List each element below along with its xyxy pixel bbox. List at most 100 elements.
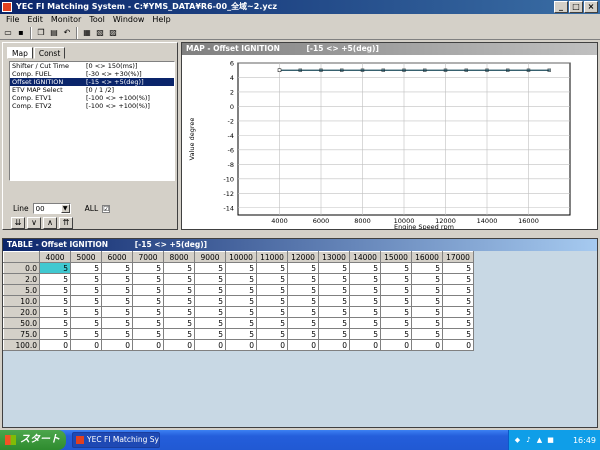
grid-cell[interactable]: 5 xyxy=(225,273,257,285)
grid-cell[interactable]: 5 xyxy=(256,328,288,340)
grid-cell[interactable]: 5 xyxy=(70,328,102,340)
network-icon[interactable]: ◆ xyxy=(513,436,522,445)
data-point[interactable] xyxy=(547,68,551,72)
column-header[interactable]: 11000 xyxy=(256,251,288,263)
chevron-down-icon[interactable]: ▼ xyxy=(60,204,70,213)
grid-cell[interactable]: 5 xyxy=(163,317,195,329)
window-titlebar[interactable]: YEC FI Matching System - C:¥YMS_DATA¥R6-… xyxy=(0,0,600,14)
grid-cell[interactable]: 5 xyxy=(101,328,133,340)
grid-cell[interactable]: 5 xyxy=(256,284,288,296)
grid-cell[interactable]: 5 xyxy=(132,284,164,296)
row-header[interactable]: 2.0 xyxy=(3,273,40,285)
grid-cell[interactable]: 5 xyxy=(101,295,133,307)
grid-cell[interactable]: 5 xyxy=(225,328,257,340)
menu-monitor[interactable]: Monitor xyxy=(47,14,85,26)
list-item-selected[interactable]: Offset IGNITION [-15 <> +5(deg)] xyxy=(10,78,174,86)
grid-cell[interactable]: 5 xyxy=(380,328,412,340)
grid-cell[interactable]: 5 xyxy=(442,295,474,307)
grid-cell[interactable]: 5 xyxy=(70,284,102,296)
column-header[interactable]: 5000 xyxy=(70,251,102,263)
grid-cell[interactable]: 5 xyxy=(225,306,257,318)
map-icon[interactable]: ▧ xyxy=(94,27,106,39)
grid-cell[interactable]: 5 xyxy=(256,262,288,274)
grid-cell[interactable]: 0 xyxy=(101,339,133,351)
grid-cell[interactable]: 5 xyxy=(101,306,133,318)
grid-cell[interactable]: 5 xyxy=(70,306,102,318)
list-item[interactable]: Comp. FUEL [-30 <> +30(%)] xyxy=(10,70,174,78)
grid-cell[interactable]: 5 xyxy=(225,284,257,296)
data-point[interactable] xyxy=(340,68,344,72)
grid-cell[interactable]: 0 xyxy=(318,339,350,351)
grid-cell[interactable]: 5 xyxy=(411,306,443,318)
grid-cell[interactable]: 5 xyxy=(349,328,381,340)
data-point[interactable] xyxy=(319,68,323,72)
column-header[interactable]: 16000 xyxy=(411,251,443,263)
shield-icon[interactable]: ▲ xyxy=(535,436,544,445)
row-header[interactable]: 10.0 xyxy=(3,295,40,307)
row-header[interactable]: 75.0 xyxy=(3,328,40,340)
row-header[interactable]: 20.0 xyxy=(3,306,40,318)
menu-edit[interactable]: Edit xyxy=(23,14,47,26)
data-point[interactable] xyxy=(277,68,282,72)
grid-cell[interactable]: 5 xyxy=(411,262,443,274)
grid-cell[interactable]: 5 xyxy=(411,295,443,307)
grid-cell[interactable]: 5 xyxy=(194,306,226,318)
grid-cell[interactable]: 5 xyxy=(132,273,164,285)
grid-cell[interactable]: 5 xyxy=(194,295,226,307)
grid-cell[interactable]: 5 xyxy=(318,273,350,285)
grid-cell[interactable]: 5 xyxy=(256,295,288,307)
grid-cell[interactable]: 5 xyxy=(225,262,257,274)
menu-tool[interactable]: Tool xyxy=(85,14,109,26)
grid-cell[interactable]: 5 xyxy=(194,262,226,274)
grid-cell[interactable]: 0 xyxy=(380,339,412,351)
grid-cell[interactable]: 5 xyxy=(70,273,102,285)
grid-cell[interactable]: 0 xyxy=(411,339,443,351)
grid-cell[interactable]: 0 xyxy=(70,339,102,351)
up-icon[interactable]: ∧ xyxy=(43,217,57,229)
grid-cell[interactable]: 5 xyxy=(442,317,474,329)
row-header[interactable]: 0.0 xyxy=(3,262,40,274)
grid-cell[interactable]: 0 xyxy=(225,339,257,351)
grid-cell[interactable]: 5 xyxy=(287,262,319,274)
grid-cell[interactable]: 5 xyxy=(287,306,319,318)
taskbar-item-app[interactable]: YEC FI Matching Sys... xyxy=(72,432,160,448)
map-listbox[interactable]: Shifter / Cut Time [0 <> 150(ms)] Comp. F… xyxy=(9,61,175,181)
grid-cell[interactable]: 0 xyxy=(132,339,164,351)
grid-cell[interactable]: 5 xyxy=(349,295,381,307)
grid-cell[interactable]: 5 xyxy=(132,262,164,274)
column-header[interactable]: 15000 xyxy=(380,251,412,263)
grid-cell[interactable]: 5 xyxy=(287,284,319,296)
list-item[interactable]: ETV MAP Select [0 / 1 /2] xyxy=(10,86,174,94)
data-point[interactable] xyxy=(464,68,468,72)
grid-cell[interactable]: 5 xyxy=(256,273,288,285)
grid-cell[interactable]: 5 xyxy=(163,284,195,296)
grid-cell[interactable]: 5 xyxy=(39,328,71,340)
grid-cell[interactable]: 5 xyxy=(349,284,381,296)
grid-cell[interactable]: 5 xyxy=(39,262,71,274)
grid-cell[interactable]: 5 xyxy=(70,262,102,274)
column-header[interactable]: 13000 xyxy=(318,251,350,263)
grid-cell[interactable]: 5 xyxy=(132,317,164,329)
menu-file[interactable]: File xyxy=(2,14,23,26)
paste-icon[interactable]: ▤ xyxy=(48,27,60,39)
column-header[interactable]: 14000 xyxy=(349,251,381,263)
grid-cell[interactable]: 5 xyxy=(70,317,102,329)
grid-cell[interactable]: 5 xyxy=(318,295,350,307)
grid-cell[interactable]: 5 xyxy=(163,273,195,285)
row-header[interactable]: 5.0 xyxy=(3,284,40,296)
data-point[interactable] xyxy=(485,68,489,72)
grid-cell[interactable]: 5 xyxy=(287,317,319,329)
grid-cell[interactable]: 5 xyxy=(256,306,288,318)
data-point[interactable] xyxy=(526,68,531,72)
grid-cell[interactable]: 5 xyxy=(411,284,443,296)
grid-cell[interactable]: 5 xyxy=(318,262,350,274)
data-point[interactable] xyxy=(402,68,406,72)
grid-cell[interactable]: 5 xyxy=(287,328,319,340)
offset-ignition-chart[interactable]: 6420-2-4-6-8-10-12-144000 6000 8000 10000 12… xyxy=(182,55,597,229)
grid-cell[interactable]: 0 xyxy=(194,339,226,351)
column-header[interactable]: 6000 xyxy=(101,251,133,263)
grid-cell[interactable]: 5 xyxy=(318,317,350,329)
grid-cell[interactable]: 5 xyxy=(39,306,71,318)
map-panel-title[interactable]: MAP - Offset IGNITION [-15 <> +5(deg)] xyxy=(182,43,597,55)
grid-cell[interactable]: 5 xyxy=(163,328,195,340)
